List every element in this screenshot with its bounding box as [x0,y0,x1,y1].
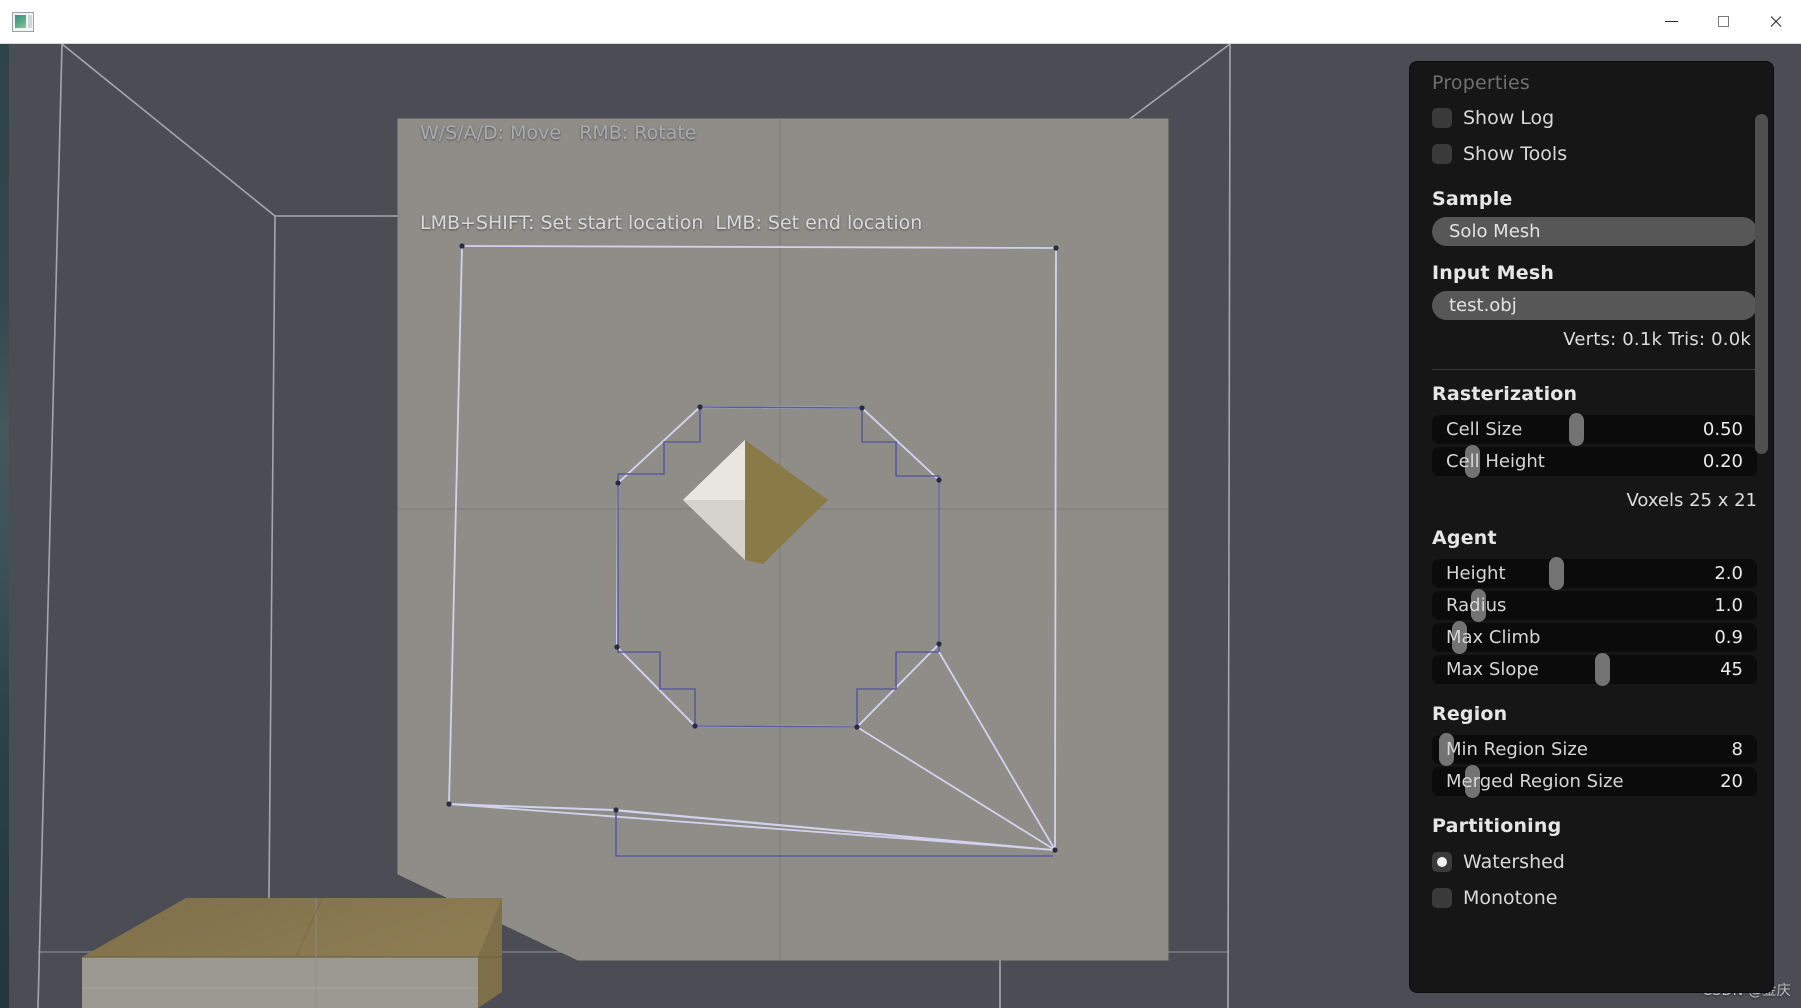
slider-agent-radius-value: 1.0 [1714,595,1743,616]
slider-merged-region-size[interactable]: Merged Region Size 20 [1432,765,1757,798]
section-heading-input-mesh: Input Mesh [1432,262,1555,284]
application-window-icon [12,11,34,32]
input-mesh-value: test.obj [1449,295,1517,316]
slider-cell-size-value: 0.50 [1702,419,1743,440]
slider-max-climb-value: 0.9 [1714,627,1743,648]
slider-cell-size-label: Cell Size [1446,419,1523,440]
radio-monotone[interactable]: Monotone [1410,880,1773,916]
checkbox-show-tools[interactable] [1432,144,1452,164]
slider-agent-height-value: 2.0 [1714,563,1743,584]
close-button[interactable] [1749,0,1801,44]
section-heading-sample: Sample [1432,188,1513,210]
minimize-icon [1664,21,1678,22]
slider-merged-region-size-value: 20 [1720,771,1743,792]
recast-navmesh-demo-window: W/S/A/D: Move RMB: Rotate LMB+SHIFT: Set… [0,0,1801,1008]
sample-selector-value: Solo Mesh [1449,221,1541,242]
slider-max-climb[interactable]: Max Climb 0.9 [1432,621,1757,654]
maximize-button[interactable] [1697,0,1749,44]
mesh-stats: Verts: 0.1k Tris: 0.0k [1563,329,1751,350]
properties-panel-content: Properties Show Log Show Tools Sample So… [1410,62,1773,916]
slider-cell-size[interactable]: Cell Size 0.50 [1432,413,1757,446]
toggle-show-tools-label: Show Tools [1463,143,1568,165]
slider-merged-region-size-label: Merged Region Size [1446,771,1624,792]
close-icon [1769,15,1782,28]
window-titlebar [0,0,1801,44]
titlebar-left [0,11,34,32]
slider-cell-height[interactable]: Cell Height 0.20 [1432,445,1757,478]
radio-watershed[interactable]: Watershed [1410,844,1773,880]
slider-cell-height-label: Cell Height [1446,451,1545,472]
section-heading-rasterization: Rasterization [1432,383,1578,405]
properties-scrollbar-thumb[interactable] [1755,113,1768,454]
slider-max-slope-value: 45 [1720,659,1743,680]
toggle-show-log-label: Show Log [1463,107,1555,129]
checkbox-show-log[interactable] [1432,108,1452,128]
panel-title: Properties [1432,72,1531,94]
toggle-show-log[interactable]: Show Log [1410,100,1773,136]
radio-watershed-indicator[interactable] [1432,852,1452,872]
radio-monotone-indicator[interactable] [1432,888,1452,908]
slider-max-slope-label: Max Slope [1446,659,1539,680]
slider-min-region-size-value: 8 [1731,739,1743,760]
slider-max-slope[interactable]: Max Slope 45 [1432,653,1757,686]
slider-max-slope-knob[interactable] [1594,653,1610,686]
section-heading-partitioning: Partitioning [1432,815,1562,837]
voxel-count: Voxels 25 x 21 [1626,490,1757,511]
slider-agent-radius-label: Radius [1446,595,1507,616]
properties-panel: Properties Show Log Show Tools Sample So… [1410,62,1773,992]
slider-min-region-size-label: Min Region Size [1446,739,1588,760]
slider-max-climb-label: Max Climb [1446,627,1541,648]
slider-cell-height-value: 0.20 [1702,451,1743,472]
minimize-button[interactable] [1645,0,1697,44]
foreground-box [82,897,502,1008]
slider-agent-height-knob[interactable] [1549,557,1564,590]
sample-selector[interactable]: Solo Mesh [1432,217,1757,246]
slider-cell-size-knob[interactable] [1568,413,1584,446]
slider-agent-height[interactable]: Height 2.0 [1432,557,1757,590]
radio-monotone-label: Monotone [1463,887,1558,909]
section-heading-agent: Agent [1432,527,1497,549]
window-controls [1645,0,1801,44]
slider-agent-height-label: Height [1446,563,1506,584]
maximize-icon [1717,16,1729,27]
toggle-show-tools[interactable]: Show Tools [1410,136,1773,172]
section-heading-region: Region [1432,703,1508,725]
slider-agent-radius[interactable]: Radius 1.0 [1432,589,1757,622]
viewport-left-edge-strip [0,44,9,1008]
slider-min-region-size[interactable]: Min Region Size 8 [1432,733,1757,766]
properties-scrollbar[interactable] [1755,68,1768,986]
radio-watershed-label: Watershed [1463,851,1565,873]
input-mesh-selector[interactable]: test.obj [1432,291,1757,320]
